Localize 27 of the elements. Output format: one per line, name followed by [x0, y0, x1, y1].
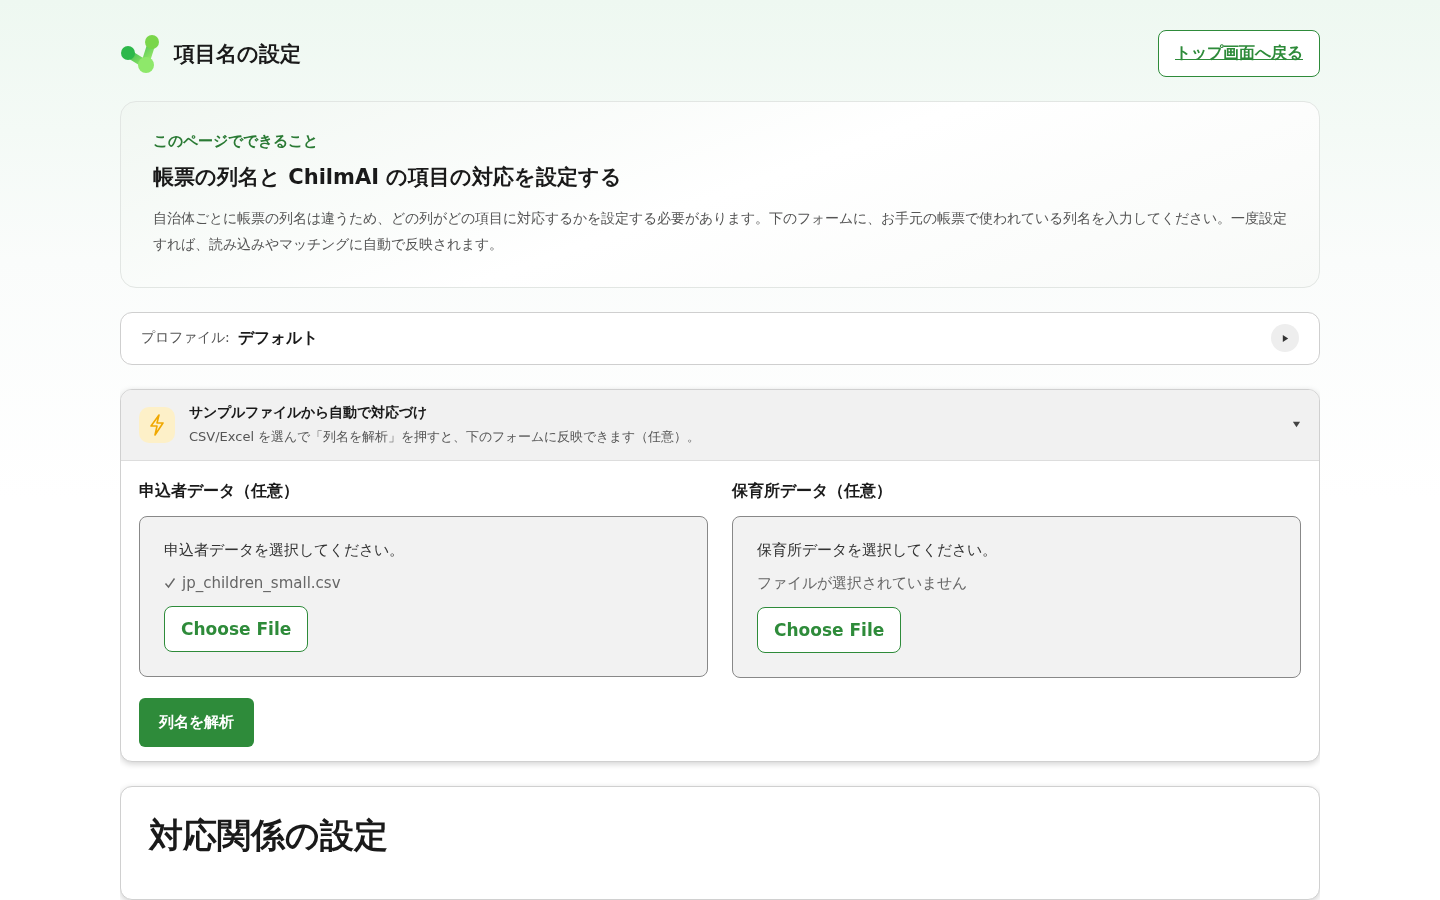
- back-to-top-link[interactable]: トップ画面へ戻る: [1158, 30, 1320, 77]
- file-label: 申込者データ（任意）: [139, 480, 300, 502]
- file-prompt: 保育所データを選択してください。: [757, 540, 997, 560]
- profile-toggle[interactable]: [1271, 324, 1299, 353]
- check-icon: [164, 576, 176, 589]
- intro-heading: 帳票の列名と ChilmAI の項目の対応を設定する: [153, 164, 624, 191]
- parse-columns-button[interactable]: 列名を解析: [139, 697, 254, 747]
- choose-file-button[interactable]: Choose File: [757, 606, 902, 653]
- no-file-text: ファイルが選択されていません: [757, 573, 967, 593]
- file-prompt: 申込者データを選択してください。: [164, 540, 404, 560]
- intro-eyebrow: このページでできること: [153, 132, 319, 151]
- sample-panel-title: サンプルファイルから自動で対応づけ: [189, 403, 428, 422]
- logo-icon: [120, 33, 160, 74]
- profile-value: デフォルト: [237, 327, 319, 349]
- intro-description: 自治体ごとに帳票の列名は違うため、どの列がどの項目に対応するかを設定する必要があります。下のフォームに、お手元の帳票で使われている列名を入力してください。一度設定すれば、読み込みやマッチングに自動で反映されます。: [153, 209, 1287, 254]
- page-title: 項目名の設定: [174, 40, 301, 68]
- file-name: jp_children_small.csv: [182, 573, 341, 592]
- sample-panel-header[interactable]: サンプルファイルから自動で対応づけ CSV/Excel を選んで「列名を解析」を押すと、下のフォームに反映できます（任意）。: [121, 389, 1319, 461]
- sample-panel-subtitle: CSV/Excel を選んで「列名を解析」を押すと、下のフォームに反映できます（任意）。: [189, 427, 702, 446]
- profile-selector[interactable]: プロファイル: デフォルト: [120, 312, 1320, 365]
- choose-file-button[interactable]: Choose File: [164, 605, 309, 652]
- collapse-caret-icon: [1292, 420, 1301, 430]
- file-label: 保育所データ（任意）: [732, 480, 893, 502]
- expand-caret-icon: [1280, 333, 1290, 343]
- profile-label: プロファイル:: [141, 329, 230, 348]
- mapping-heading: 対応関係の設定: [149, 814, 389, 857]
- lightning-icon: [139, 406, 175, 443]
